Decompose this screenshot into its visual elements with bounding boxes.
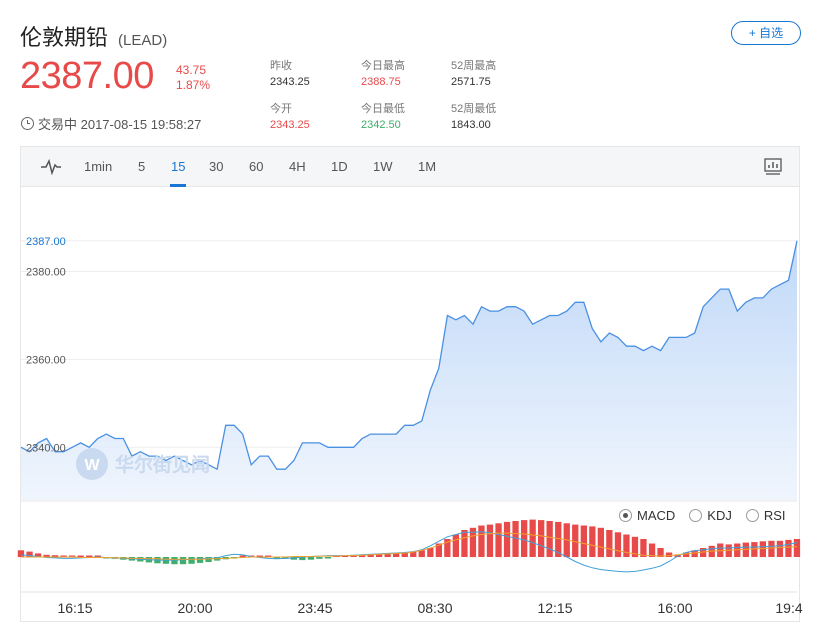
stat-label: 今日最高: [361, 60, 405, 72]
radio-icon[interactable]: [689, 509, 703, 522]
stat-label: 今开: [270, 103, 292, 115]
indicator-label: MACD: [637, 508, 676, 523]
stat-value: 2571.75: [451, 76, 491, 88]
add-watchlist-button[interactable]: + 自选: [731, 21, 801, 45]
interval-1w[interactable]: 1W: [373, 159, 393, 174]
stat-value: 2342.50: [361, 119, 401, 131]
stat-value: 2343.25: [270, 119, 310, 131]
stat-value: 1843.00: [451, 119, 491, 131]
indicator-label: RSI: [763, 508, 786, 523]
instrument-name: 伦敦期铅: [20, 25, 109, 50]
stat-52w-low: 52周最低 1843.00: [451, 101, 496, 133]
stat-value: 2343.25: [270, 76, 310, 88]
trade-status-text: 交易中 2017-08-15 19:58:27: [38, 117, 202, 132]
stat-value: 2388.75: [361, 76, 401, 88]
indicator-rsi[interactable]: RSI: [745, 508, 786, 523]
page-title: 伦敦期铅 (LEAD): [20, 20, 167, 52]
stat-low: 今日最低 2342.50: [361, 101, 405, 133]
radio-icon[interactable]: [745, 509, 759, 522]
stat-label: 今日最低: [361, 103, 405, 115]
price-change-block: 43.75 1.87%: [176, 63, 210, 93]
stat-open: 今开 2343.25: [270, 101, 310, 133]
indicator-kdj[interactable]: KDJ: [689, 508, 732, 523]
stat-label: 52周最高: [451, 60, 497, 72]
instrument-code: (LEAD): [118, 32, 168, 49]
indicator-macd[interactable]: MACD: [619, 508, 675, 523]
interval-5[interactable]: 5: [138, 159, 145, 174]
line-chart-icon[interactable]: [41, 159, 61, 175]
clock-icon: [21, 117, 34, 130]
chart-panel: 1min 5 15 30 60 4H 1D 1W 1M: [20, 146, 800, 622]
interval-4h[interactable]: 4H: [289, 159, 306, 174]
interval-30[interactable]: 30: [209, 159, 223, 174]
active-interval-indicator: [170, 184, 186, 187]
radio-selected-icon[interactable]: [619, 509, 632, 522]
interval-1min[interactable]: 1min: [84, 159, 112, 174]
trade-status: 交易中 2017-08-15 19:58:27: [21, 114, 201, 133]
stat-label: 昨收: [270, 60, 292, 72]
interval-15[interactable]: 15: [171, 159, 185, 174]
indicator-selector: MACD KDJ RSI: [619, 508, 786, 523]
stat-label: 52周最低: [451, 103, 497, 115]
price-change: 43.75: [176, 63, 207, 77]
price-change-pct: 1.87%: [176, 78, 211, 92]
stat-52w-high: 52周最高 2571.75: [451, 58, 496, 90]
interval-1m[interactable]: 1M: [418, 159, 436, 174]
candlestick-toggle-icon[interactable]: [764, 158, 782, 176]
interval-60[interactable]: 60: [249, 159, 263, 174]
interval-1d[interactable]: 1D: [331, 159, 348, 174]
indicator-label: KDJ: [707, 508, 732, 523]
interval-toolbar: 1min 5 15 30 60 4H 1D 1W 1M: [21, 147, 799, 187]
stat-high: 今日最高 2388.75: [361, 58, 405, 90]
stat-prev-close: 昨收 2343.25: [270, 58, 310, 90]
last-price: 2387.00: [20, 55, 154, 97]
